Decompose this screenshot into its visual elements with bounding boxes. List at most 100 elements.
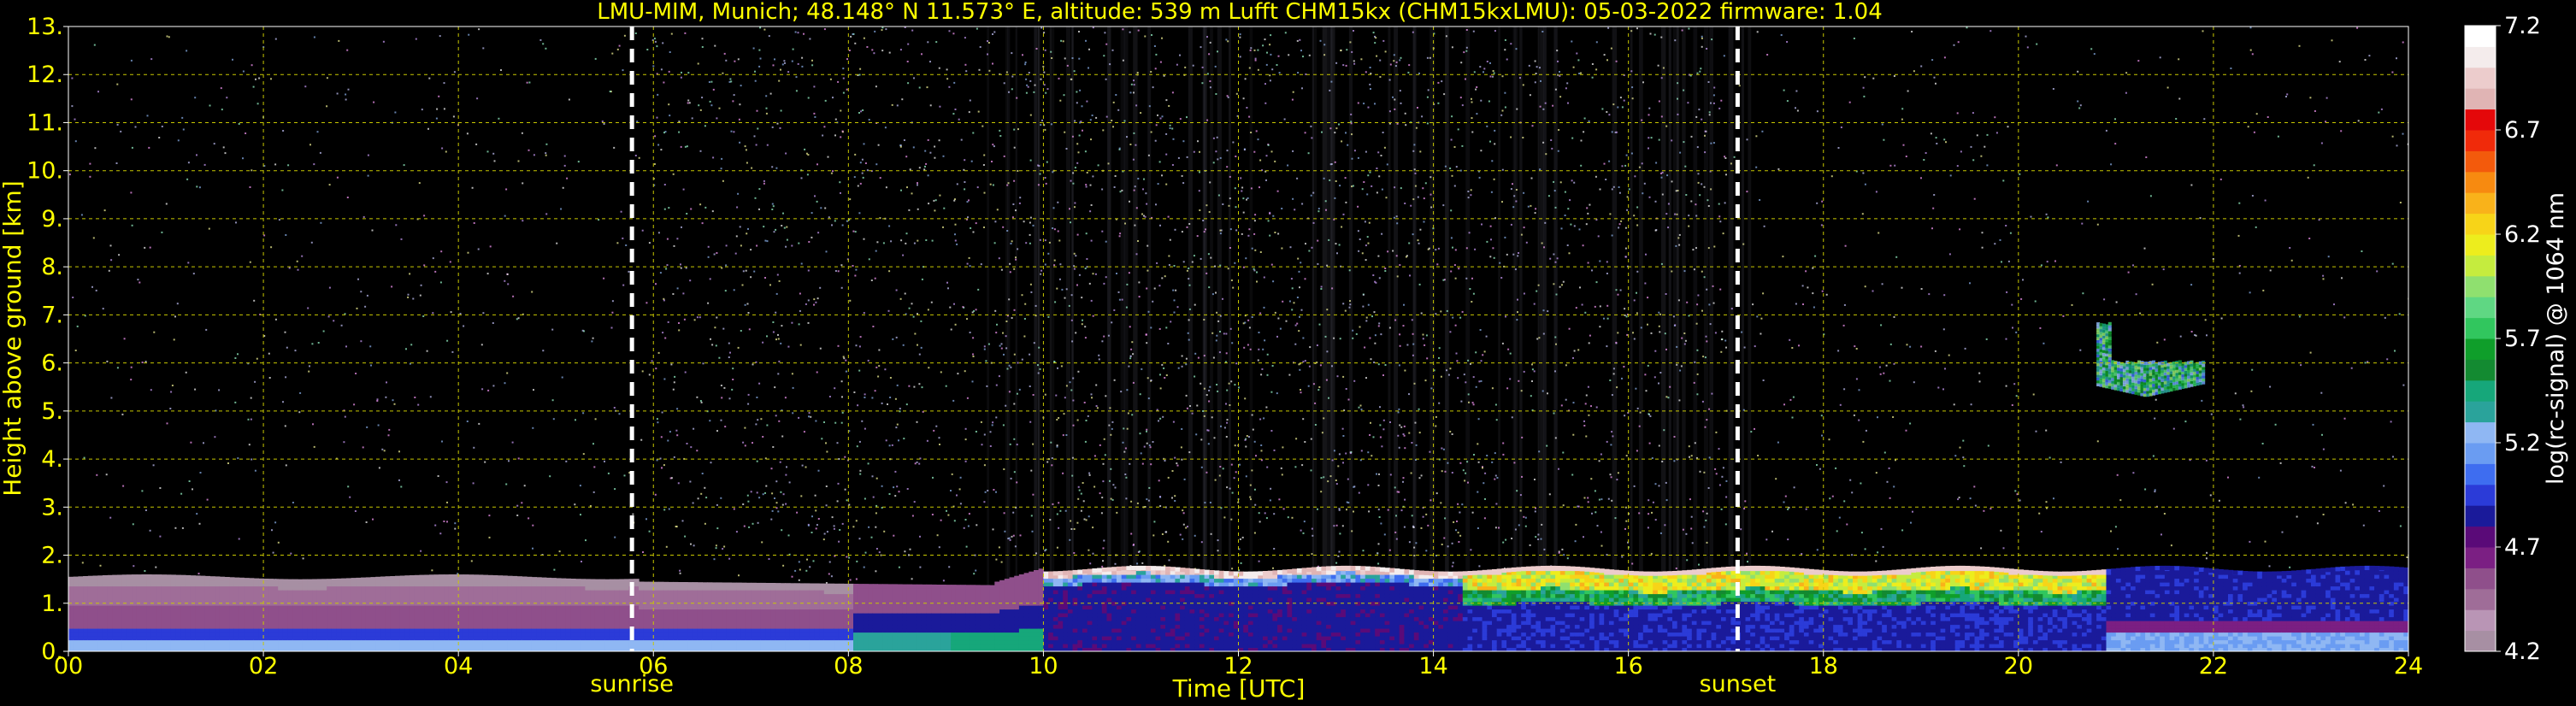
noise-speckle xyxy=(1666,174,1669,177)
noise-speckle xyxy=(1502,453,1505,456)
noise-speckle xyxy=(792,386,794,389)
noise-speckle xyxy=(976,27,978,30)
noise-speckle xyxy=(884,368,887,371)
noise-speckle xyxy=(868,526,870,528)
noise-speckle xyxy=(286,346,288,349)
noise-speckle xyxy=(1223,516,1226,519)
noise-speckle xyxy=(1025,91,1028,94)
signal-cell xyxy=(92,644,98,649)
signal-cell xyxy=(136,636,143,641)
noise-speckle xyxy=(1310,469,1312,472)
noise-speckle xyxy=(2184,421,2187,423)
noise-speckle xyxy=(1231,491,1234,494)
signal-cell xyxy=(146,628,152,633)
noise-speckle xyxy=(1648,413,1650,415)
noise-speckle xyxy=(791,321,793,324)
noise-speckle xyxy=(798,416,800,419)
noise-speckle xyxy=(1973,485,1976,488)
noise-speckle xyxy=(1572,433,1575,436)
noise-speckle xyxy=(1102,129,1105,132)
noise-speckle xyxy=(1143,178,1145,180)
noise-speckle xyxy=(2087,200,2090,203)
noise-speckle xyxy=(1357,102,1359,104)
signal-cell xyxy=(121,585,127,591)
noise-speckle xyxy=(1114,486,1117,489)
noise-speckle xyxy=(1102,560,1104,562)
noise-speckle xyxy=(917,208,919,210)
noise-speckle xyxy=(1288,374,1291,376)
noise-speckle xyxy=(2006,291,2008,293)
noise-speckle xyxy=(294,350,297,352)
noise-speckle xyxy=(310,241,313,244)
signal-cell xyxy=(112,624,118,629)
noise-speckle xyxy=(1878,366,1881,368)
noise-speckle xyxy=(1044,550,1046,552)
noise-speckle xyxy=(1886,480,1889,483)
noise-speckle xyxy=(1371,315,1373,318)
noise-speckle xyxy=(1471,402,1474,404)
noise-speckle xyxy=(688,102,691,104)
signal-cell xyxy=(78,593,84,598)
noise-speckle xyxy=(903,139,905,141)
noise-streak xyxy=(1639,26,1643,589)
noise-speckle xyxy=(134,126,137,128)
noise-speckle xyxy=(1380,333,1382,336)
noise-speckle xyxy=(1200,46,1202,49)
noise-speckle xyxy=(1029,159,1032,162)
noise-speckle xyxy=(1362,293,1365,296)
noise-speckle xyxy=(2052,88,2054,90)
noise-speckle xyxy=(662,332,664,334)
noise-speckle xyxy=(858,345,861,348)
noise-speckle xyxy=(951,473,953,475)
plot-background xyxy=(68,26,2408,651)
noise-speckle xyxy=(1244,438,1247,441)
noise-speckle xyxy=(1045,91,1047,94)
noise-speckle xyxy=(1494,452,1496,455)
noise-speckle xyxy=(186,50,188,52)
noise-speckle xyxy=(155,566,157,568)
noise-speckle xyxy=(1493,256,1495,259)
noise-speckle xyxy=(828,561,831,563)
noise-speckle xyxy=(1044,177,1046,179)
signal-cell xyxy=(73,613,79,618)
noise-speckle xyxy=(1560,404,1563,407)
noise-speckle xyxy=(1404,498,1406,501)
noise-speckle xyxy=(871,475,874,478)
noise-speckle xyxy=(326,105,328,108)
noise-speckle xyxy=(1588,120,1590,122)
noise-speckle xyxy=(146,115,149,117)
noise-speckle xyxy=(971,380,974,383)
noise-speckle xyxy=(434,524,437,527)
noise-speckle xyxy=(834,220,836,222)
noise-speckle xyxy=(454,527,457,530)
noise-speckle xyxy=(188,480,191,482)
noise-speckle xyxy=(1253,440,1256,443)
noise-speckle xyxy=(1636,224,1639,227)
signal-cell xyxy=(83,616,89,621)
noise-speckle xyxy=(1367,451,1370,454)
noise-speckle xyxy=(274,163,277,166)
noise-speckle xyxy=(1377,509,1380,511)
noise-speckle xyxy=(2178,97,2181,100)
noise-speckle xyxy=(858,212,861,215)
noise-streak xyxy=(1661,26,1666,589)
noise-speckle xyxy=(983,345,986,348)
noise-speckle xyxy=(2045,429,2048,432)
noise-speckle xyxy=(722,327,725,330)
noise-speckle xyxy=(1294,466,1297,468)
noise-speckle xyxy=(1265,517,1268,520)
noise-speckle xyxy=(1013,353,1016,356)
noise-speckle xyxy=(1501,168,1504,171)
noise-speckle xyxy=(1486,125,1488,127)
noise-speckle xyxy=(824,207,827,209)
noise-speckle xyxy=(405,348,407,350)
noise-speckle xyxy=(1893,75,1895,77)
noise-speckle xyxy=(917,239,919,242)
noise-speckle xyxy=(775,480,778,483)
noise-speckle xyxy=(1783,89,1785,91)
noise-speckle xyxy=(234,401,237,403)
noise-speckle xyxy=(1441,544,1443,545)
noise-speckle xyxy=(747,312,750,314)
noise-streak xyxy=(1540,26,1544,589)
noise-speckle xyxy=(1872,290,1874,292)
